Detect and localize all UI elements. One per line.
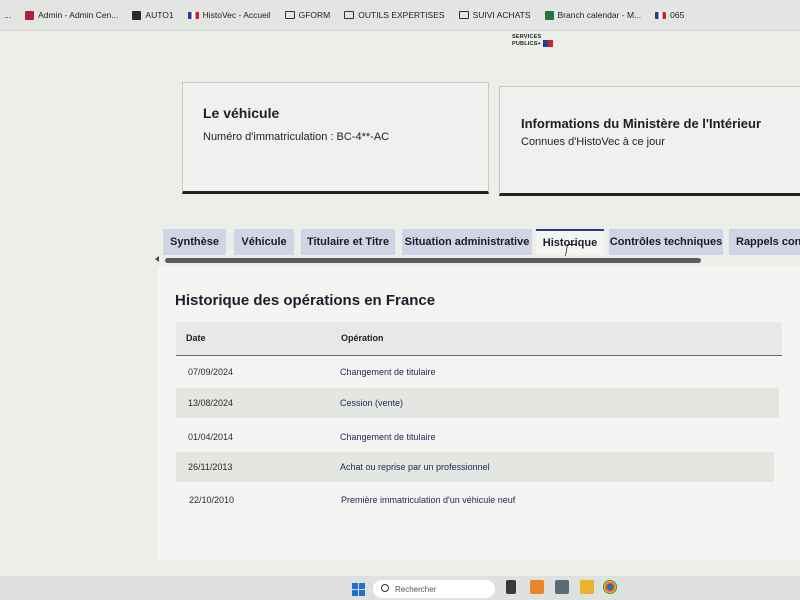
admin-icon (25, 10, 35, 20)
table-row: 01/04/2014 Changement de titulaire (176, 422, 776, 452)
folder-icon (284, 11, 295, 19)
cell-date: 22/10/2010 (189, 495, 235, 505)
bookmark-label: AUTO1 (145, 10, 174, 20)
search-icon (381, 584, 389, 592)
bookmark-auto1[interactable]: AUTO1 (132, 10, 174, 20)
flag-icon (655, 11, 667, 19)
calculator-icon[interactable] (555, 580, 569, 594)
bookmark-branch-calendar[interactable]: Branch calendar - M... (544, 10, 642, 20)
flag-icon (187, 11, 199, 19)
bookmark-label: GFORM (298, 10, 331, 20)
column-header-date: Date (186, 333, 206, 343)
tab-bar: Synthèse Véhicule Titulaire et Titre Sit… (163, 229, 800, 257)
cell-operation: Première immatriculation d'un véhicule n… (341, 495, 516, 505)
cell-operation: Achat ou reprise par un professionnel (340, 462, 490, 472)
bookmark-suivi-achats[interactable]: SUIVI ACHATS (458, 10, 531, 20)
bookmark-truncated[interactable]: ... (4, 10, 11, 20)
vlc-icon[interactable] (530, 580, 544, 594)
vehicle-card-title: Le véhicule (203, 105, 280, 121)
scroll-left-icon[interactable] (155, 256, 159, 262)
tab-synthese[interactable]: Synthèse (163, 229, 226, 255)
cell-operation: Changement de titulaire (340, 367, 436, 377)
cell-operation: Changement de titulaire (340, 432, 436, 442)
bookmark-label: 065 (670, 10, 685, 20)
cell-date: 26/11/2013 (188, 462, 233, 472)
registration-number: Numéro d'immatriculation : BC-4**-AC (203, 131, 390, 143)
table-row: 26/11/2013 Achat ou reprise par un profe… (176, 452, 774, 482)
table-row: 13/08/2024 Cession (vente) (176, 388, 779, 418)
bookmark-065[interactable]: 065 (655, 10, 684, 20)
bookmark-label: SUIVI ACHATS (472, 10, 531, 20)
ministry-card-subtitle: Connues d'HistoVec à ce jour (521, 136, 665, 148)
tab-controles-techniques[interactable]: Contrôles techniques (609, 229, 723, 255)
cell-operation: Cession (vente) (340, 398, 404, 408)
task-view-icon[interactable] (506, 580, 516, 594)
marianne-icon (542, 40, 553, 47)
column-header-operation: Opération (341, 333, 384, 343)
ministry-card-title: Informations du Ministère de l'Intérieur (521, 116, 762, 131)
tabs-scrollbar[interactable] (165, 258, 701, 263)
history-title: Historique des opérations en France (175, 292, 436, 309)
ministry-card: Informations du Ministère de l'Intérieur… (499, 86, 800, 196)
bookmark-label: Admin - Admin Cen... (38, 10, 119, 20)
chrome-icon[interactable] (603, 580, 617, 594)
calendar-icon (544, 10, 554, 20)
file-explorer-icon[interactable] (580, 580, 594, 594)
folder-icon (344, 11, 355, 19)
bookmark-histovec[interactable]: HistoVec - Accueil (187, 10, 271, 20)
bookmark-outils-expertises[interactable]: OUTILS EXPERTISES (344, 10, 445, 20)
bookmark-label: HistoVec - Accueil (202, 10, 271, 20)
cell-date: 01/04/2014 (188, 432, 234, 442)
tab-rappels-constructeur[interactable]: Rappels constr (729, 229, 800, 255)
tab-titulaire-titre[interactable]: Titulaire et Titre (301, 229, 395, 255)
bookmarks-bar: ... Admin - Admin Cen... AUTO1 HistoVec … (0, 0, 800, 31)
tab-vehicule[interactable]: Véhicule (234, 229, 294, 255)
bookmark-label: Branch calendar - M... (557, 10, 642, 20)
table-row: 07/09/2024 Changement de titulaire (176, 357, 780, 387)
cell-date: 13/08/2024 (188, 398, 234, 408)
table-row: 22/10/2010 Première immatriculation d'un… (177, 485, 773, 515)
windows-start-icon[interactable] (352, 583, 365, 596)
folder-icon (458, 11, 469, 19)
taskbar-search-placeholder: Rechercher (395, 585, 437, 594)
cell-date: 07/09/2024 (188, 367, 234, 377)
bookmark-label: ... (4, 10, 12, 20)
bookmark-gform[interactable]: GFORM (284, 10, 331, 20)
logo-line-2-wrap: PUBLICS+ (512, 40, 553, 47)
logo-line-2: PUBLICS+ (512, 40, 541, 47)
services-publics-logo[interactable]: SERVICES PUBLICS+ (512, 34, 553, 47)
vehicle-card: Le véhicule Numéro d'immatriculation : B… (182, 82, 489, 194)
bookmark-label: OUTILS EXPERTISES (358, 10, 445, 20)
tab-situation-administrative[interactable]: Situation administrative (402, 229, 532, 255)
auto1-icon (132, 10, 142, 20)
table-header: Date Opération (176, 322, 782, 356)
bookmark-admin-center[interactable]: Admin - Admin Cen... (25, 10, 118, 20)
taskbar-search[interactable]: Rechercher (373, 580, 495, 598)
